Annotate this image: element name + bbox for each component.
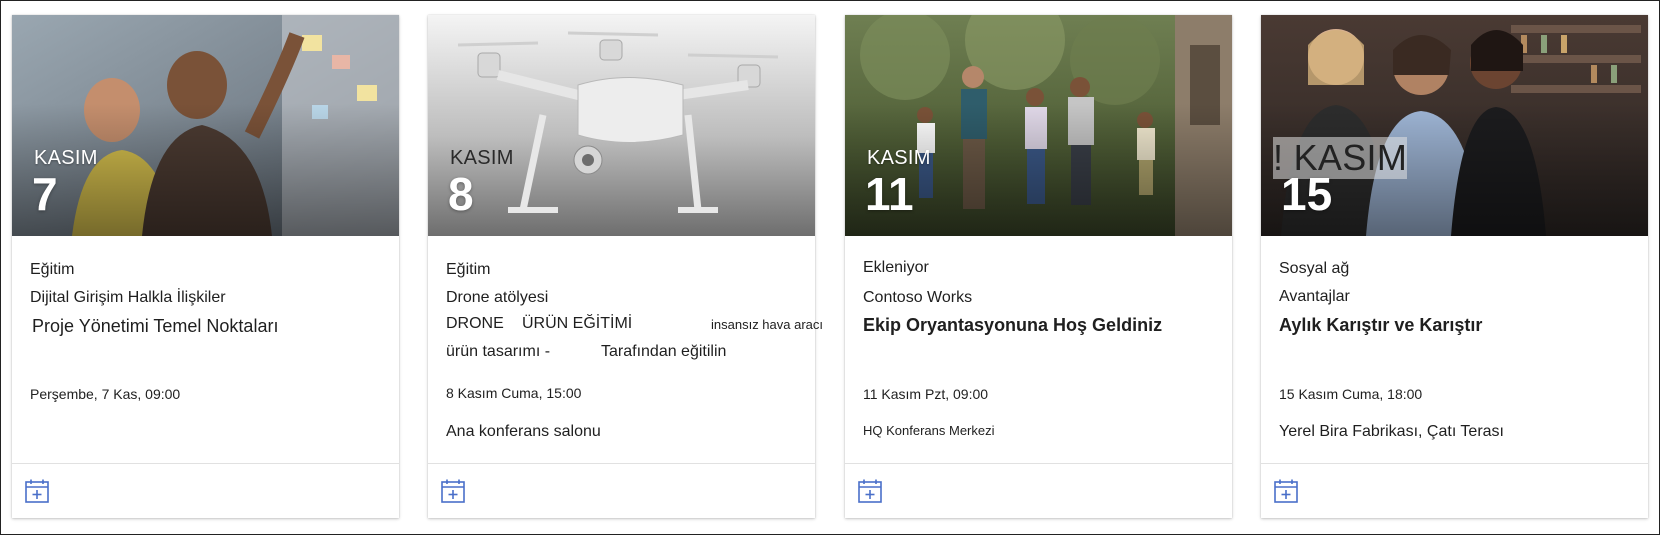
event-footer	[12, 463, 399, 518]
calendar-add-icon[interactable]	[857, 478, 883, 504]
event-footer	[428, 463, 815, 518]
calendar-add-icon[interactable]	[440, 478, 466, 504]
event-image[interactable]: ! KASIM 15	[1261, 15, 1648, 236]
event-title[interactable]: Proje Yönetimi Temel Noktaları	[32, 316, 278, 337]
event-datetime: 11 Kasım Pzt, 09:00	[863, 386, 989, 402]
event-location: Yerel Bira Fabrikası, Çatı Terası	[1279, 423, 1504, 440]
event-day: 11	[865, 168, 914, 220]
event-datetime: 8 Kasım Cuma, 15:00	[446, 385, 582, 401]
event-subtitle: Contoso Works	[863, 289, 973, 306]
event-description-part-1: ürün tasarımı -	[446, 343, 551, 360]
event-category: Sosyal ağ	[1279, 260, 1350, 277]
event-location: HQ Konferans Merkezi	[863, 423, 995, 438]
event-title-part-1[interactable]: DRONE	[446, 315, 504, 333]
event-subtitle: Avantajlar	[1279, 288, 1350, 305]
event-subtitle: Drone atölyesi	[446, 289, 549, 306]
event-category: Eğitim	[446, 261, 491, 278]
event-card-1[interactable]: KASIM 7 Eğitim Dijital Girişim Halkla İl…	[12, 15, 399, 518]
event-footer	[1261, 463, 1648, 518]
event-card-3[interactable]: KASIM 11 Ekleniyor Contoso Works Ekip Or…	[845, 15, 1232, 518]
event-day: 8	[448, 168, 474, 220]
event-footer	[845, 463, 1232, 518]
event-description-part-2: Tarafından eğitilin	[601, 343, 727, 360]
event-card-4[interactable]: ! KASIM 15 Sosyal ağ Avantajlar Aylık Ka…	[1261, 15, 1648, 518]
event-category: Eğitim	[30, 261, 75, 278]
event-image[interactable]: KASIM 11	[845, 15, 1232, 236]
event-category: Ekleniyor	[863, 259, 929, 276]
event-title-part-3: insansız hava aracı	[711, 317, 824, 332]
event-title[interactable]: Ekip Oryantasyonuna Hoş Geldiniz	[863, 315, 1162, 336]
event-image[interactable]: KASIM 7	[12, 15, 399, 236]
event-day: 15	[1281, 168, 1333, 220]
event-subtitle: Dijital Girişim Halkla İlişkiler	[30, 289, 226, 306]
event-title-part-2[interactable]: ÜRÜN EĞİTİMİ	[522, 315, 632, 333]
event-image[interactable]: KASIM 8	[428, 15, 815, 236]
event-location: Ana konferans salonu	[446, 423, 601, 440]
event-day: 7	[32, 168, 58, 220]
event-datetime: 15 Kasım Cuma, 18:00	[1279, 386, 1423, 402]
calendar-add-icon[interactable]	[1273, 478, 1299, 504]
drone-image	[428, 15, 815, 236]
event-card-2[interactable]: KASIM 8 Eğitim Drone atölyesi DRONE ÜRÜN…	[428, 15, 823, 518]
event-datetime: Perşembe, 7 Kas, 09:00	[30, 386, 181, 402]
events-web-part: KASIM 7 Eğitim Dijital Girişim Halkla İl…	[0, 0, 1660, 535]
calendar-add-icon[interactable]	[24, 478, 50, 504]
event-title[interactable]: Aylık Karıştır ve Karıştır	[1279, 315, 1482, 336]
